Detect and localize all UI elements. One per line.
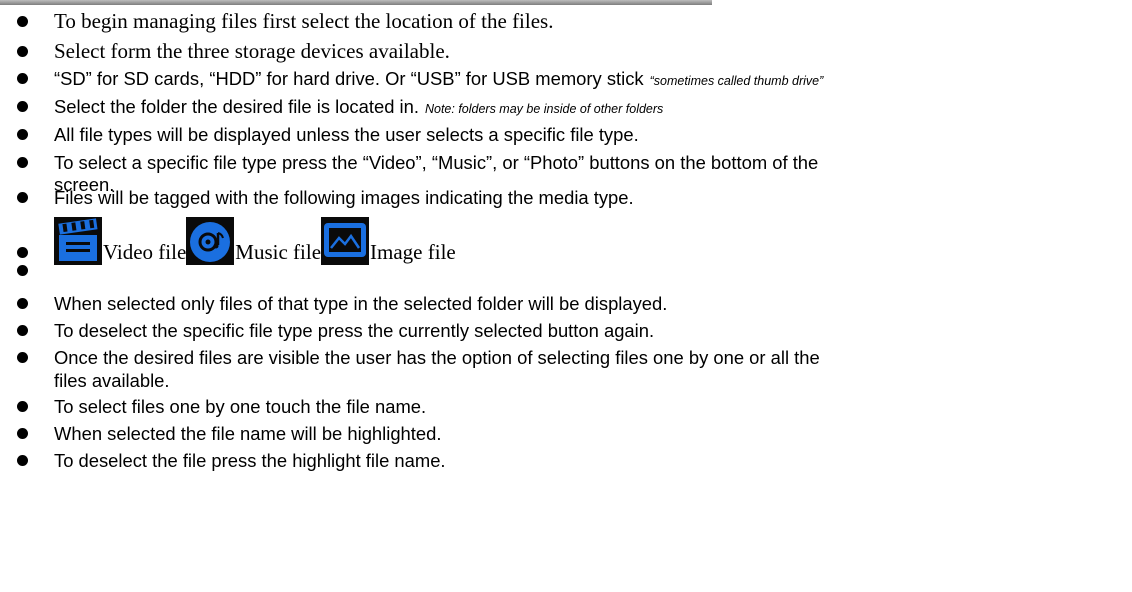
list-item-continuation: files available.: [54, 370, 170, 391]
bullet: [17, 352, 28, 363]
list-item: Once the desired files are visible the u…: [17, 347, 820, 369]
list-item: Select form the three storage devices av…: [17, 39, 450, 64]
bullet: [17, 157, 28, 168]
bullet: [17, 265, 28, 276]
bullet: [17, 73, 28, 84]
list-item-text: To begin managing files first select the…: [54, 9, 554, 33]
video-clapper-icon: [54, 217, 102, 265]
list-item: To deselect the specific file type press…: [17, 320, 654, 342]
bullet: [17, 16, 28, 27]
list-item-text: Select the folder the desired file is lo…: [54, 96, 419, 117]
list-item-note: Note: folders may be inside of other fol…: [424, 102, 664, 116]
list-item-text: “SD” for SD cards, “HDD” for hard drive.…: [54, 68, 644, 89]
list-item-note: “sometimes called thumb drive”: [649, 74, 824, 88]
bullet: [17, 192, 28, 203]
bullet: [17, 428, 28, 439]
list-item: To select files one by one touch the fil…: [17, 396, 426, 418]
list-item-text: Select form the three storage devices av…: [54, 39, 450, 63]
list-item: “SD” for SD cards, “HDD” for hard drive.…: [17, 68, 823, 90]
bullet: [17, 298, 28, 309]
list-item-text: To select a specific file type press the…: [54, 152, 819, 173]
list-item-text: When selected the file name will be high…: [54, 423, 442, 444]
bullet: [17, 455, 28, 466]
list-item-text: To deselect the specific file type press…: [54, 320, 655, 341]
list-item: To begin managing files first select the…: [17, 9, 553, 34]
list-item-text: Files will be tagged with the following …: [54, 187, 634, 208]
list-item: To deselect the file press the highlight…: [17, 450, 446, 472]
list-item-text: When selected only files of that type in…: [54, 293, 668, 314]
image-file-label: Image file: [370, 240, 456, 264]
list-item: Files will be tagged with the following …: [17, 187, 634, 209]
list-item: When selected only files of that type in…: [17, 293, 667, 315]
video-file-label: Video file: [103, 240, 187, 264]
list-item-empty: [17, 265, 28, 277]
image-landscape-icon: [321, 217, 370, 265]
bullet: [17, 401, 28, 412]
media-icons-row: Video file Music file Image file: [17, 213, 456, 265]
list-item: Select the folder the desired file is lo…: [17, 96, 663, 118]
music-disc-icon: [186, 217, 235, 265]
bullet: [17, 46, 28, 57]
bullet: [17, 129, 28, 140]
music-file-label: Music file: [235, 240, 322, 264]
list-item-text: To select files one by one touch the fil…: [54, 396, 427, 417]
list-item-text: To deselect the file press the highlight…: [54, 450, 446, 471]
list-item: All file types will be displayed unless …: [17, 124, 639, 146]
list-item-text: All file types will be displayed unless …: [54, 124, 639, 145]
header-rule: [0, 0, 712, 5]
list-item-text: Once the desired files are visible the u…: [54, 347, 820, 368]
bullet: [17, 101, 28, 112]
list-item: To select a specific file type press the…: [17, 152, 818, 174]
list-item: When selected the file name will be high…: [17, 423, 441, 445]
bullet: [17, 247, 28, 258]
bullet: [17, 325, 28, 336]
